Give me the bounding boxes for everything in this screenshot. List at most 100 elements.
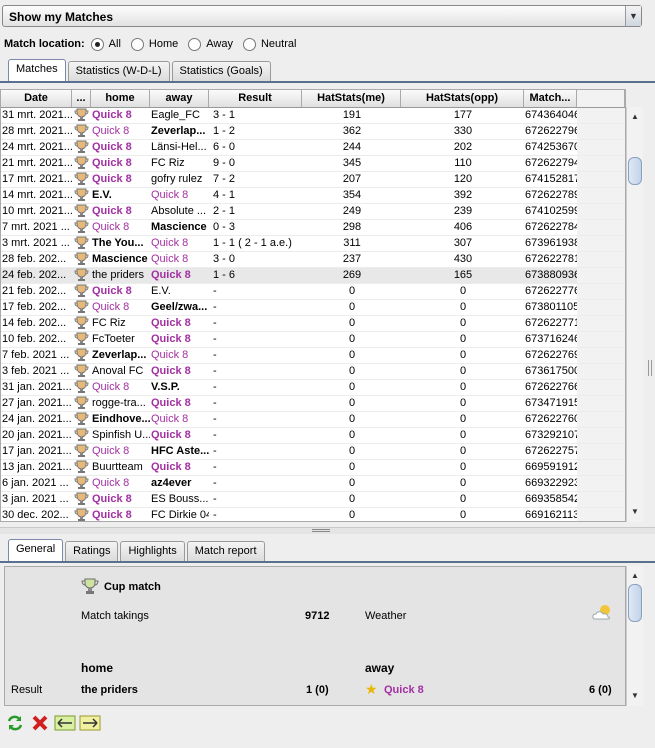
- cell-hatstats-me: 311: [343, 237, 361, 249]
- cell-date: 31 jan. 2021...: [2, 381, 72, 393]
- compare-button[interactable]: [54, 713, 76, 735]
- refresh-button[interactable]: [4, 713, 26, 735]
- cup-icon: [74, 252, 89, 266]
- match-takings-value: 9712: [305, 610, 330, 622]
- table-row[interactable]: 3 mrt. 2021 ... The You... Quick 8 1 - 1 ( …: [1, 236, 625, 252]
- column-header-match-id[interactable]: Match...: [524, 90, 577, 107]
- cell-filler: [577, 140, 625, 155]
- detail-scrollbar[interactable]: ▲ ▼: [626, 566, 643, 706]
- table-row[interactable]: 13 jan. 2021... Buurtteam Quick 8 - 0 0 669591…: [1, 460, 625, 476]
- cell-result: -: [213, 477, 217, 489]
- table-row[interactable]: 20 jan. 2021... Spinfish U... Quick 8 - 0 0 67…: [1, 428, 625, 444]
- scrollbar-thumb[interactable]: [628, 584, 642, 622]
- location-radio-all[interactable]: All: [90, 37, 121, 51]
- column-header-date[interactable]: Date: [1, 90, 72, 107]
- radio-icon[interactable]: [130, 37, 144, 51]
- table-row[interactable]: 24 mrt. 2021... Quick 8 Länsi-Hel... 6 - 0 2…: [1, 140, 625, 156]
- cell-hatstats-me: 298: [342, 221, 362, 233]
- cell-match-id: 673961938: [525, 237, 581, 249]
- table-row[interactable]: 3 feb. 2021 ... Anoval FC Quick 8 - 0 0 673617…: [1, 364, 625, 380]
- cell-hatstats-me: 0: [348, 285, 356, 297]
- tab-divider: [0, 561, 655, 563]
- tab-match-report[interactable]: Match report: [186, 541, 265, 562]
- table-row[interactable]: 21 mrt. 2021... Quick 8 FC Riz 9 - 0 345 110 6…: [1, 156, 625, 172]
- table-row[interactable]: 7 mrt. 2021 ... Quick 8 Mascience 0 - 3 298 4…: [1, 220, 625, 236]
- cell-home-team: Quick 8: [92, 221, 130, 233]
- scroll-up-icon[interactable]: ▲: [627, 109, 643, 125]
- match-filter-select[interactable]: Show my Matches ▼: [2, 5, 642, 27]
- cup-icon: [81, 577, 99, 598]
- tab-statistics-wdl[interactable]: Statistics (W-D-L): [67, 61, 170, 82]
- table-row[interactable]: 31 mrt. 2021... Quick 8 Eagle_FC 3 - 1 191 17…: [1, 108, 625, 124]
- cup-icon: [74, 380, 89, 394]
- column-header-away[interactable]: away: [150, 90, 209, 107]
- column-header-hatstats-me[interactable]: HatStats(me): [302, 90, 401, 107]
- column-header-result[interactable]: Result: [209, 90, 302, 107]
- table-scrollbar[interactable]: ▲ ▼: [626, 107, 643, 522]
- scroll-down-icon[interactable]: ▼: [627, 504, 643, 520]
- cell-home-team: Quick 8: [92, 205, 132, 217]
- tab-statistics-goals[interactable]: Statistics (Goals): [171, 61, 271, 82]
- cell-hatstats-me: 0: [348, 381, 356, 393]
- cell-match-id: 672622794: [525, 157, 581, 169]
- table-row[interactable]: 24 jan. 2021... Eindhove... Quick 8 - 0 0 6726…: [1, 412, 625, 428]
- table-row[interactable]: 28 feb. 202... Mascience Quick 8 3 - 0 237 43…: [1, 252, 625, 268]
- radio-icon[interactable]: [188, 37, 202, 51]
- tab-ratings[interactable]: Ratings: [65, 541, 119, 562]
- location-radio-neutral[interactable]: Neutral: [242, 37, 296, 51]
- scroll-down-icon[interactable]: ▼: [627, 688, 643, 704]
- chevron-down-icon[interactable]: ▼: [625, 6, 641, 26]
- cell-away-team: Quick 8: [151, 429, 191, 441]
- scrollbar-thumb[interactable]: [628, 157, 642, 185]
- table-row[interactable]: 17 mrt. 2021... Quick 8 gofry rulez 7 - 2 20…: [1, 172, 625, 188]
- table-row[interactable]: 3 jan. 2021 ... Quick 8 ES Bouss... - 0 0 6693…: [1, 492, 625, 508]
- table-row[interactable]: 30 dec. 202... Quick 8 FC Dirkie 04- 0 0 6691…: [1, 508, 625, 521]
- tab-general[interactable]: General: [8, 539, 64, 562]
- table-row[interactable]: 21 feb. 202... Quick 8 E.V. - 0 0 672622776: [1, 284, 625, 300]
- cell-hatstats-opp: 430: [453, 253, 473, 265]
- location-radio-home[interactable]: Home: [130, 37, 178, 51]
- radio-icon[interactable]: [242, 37, 256, 51]
- table-row[interactable]: 14 feb. 202... FC Riz Quick 8 - 0 0 672622771: [1, 316, 625, 332]
- cell-result: -: [213, 413, 217, 425]
- table-header: Date ... home away Result HatStats(me) H…: [1, 90, 625, 108]
- table-row[interactable]: 31 jan. 2021... Quick 8 V.S.P. - 0 0 672622766: [1, 380, 625, 396]
- table-row[interactable]: 17 feb. 202... Quick 8 Geel/zwa... - 0 0 67380…: [1, 300, 625, 316]
- scroll-up-icon[interactable]: ▲: [627, 568, 643, 584]
- table-row[interactable]: 10 feb. 202... FcToeter Quick 8 - 0 0 67371624…: [1, 332, 625, 348]
- cell-away-team: Quick 8: [151, 461, 191, 473]
- table-row[interactable]: 28 mrt. 2021... Quick 8 Zeverlap... 1 - 2 36…: [1, 124, 625, 140]
- cell-date: 7 feb. 2021 ...: [2, 349, 70, 361]
- cell-home-team: rogge-tra...: [92, 397, 146, 409]
- split-pane-divider[interactable]: [0, 527, 655, 534]
- cell-away-team: Mascience: [151, 221, 207, 233]
- column-header-hatstats-opp[interactable]: HatStats(opp): [401, 90, 524, 107]
- location-radio-away[interactable]: Away: [188, 37, 233, 51]
- column-header-type[interactable]: ...: [72, 90, 91, 107]
- cell-match-id: 669322923: [525, 477, 581, 489]
- cell-filler: [577, 348, 625, 363]
- tab-highlights[interactable]: Highlights: [120, 541, 185, 562]
- column-header-home[interactable]: home: [91, 90, 150, 107]
- result-label: Result: [11, 684, 43, 696]
- cell-home-team: Quick 8: [92, 509, 132, 521]
- delete-button[interactable]: [29, 713, 51, 735]
- cell-hatstats-me: 269: [342, 269, 362, 281]
- table-row[interactable]: 14 mrt. 2021... E.V. Quick 8 4 - 1 354 392 672…: [1, 188, 625, 204]
- cell-hatstats-me: 0: [348, 301, 356, 313]
- table-row[interactable]: 24 feb. 202... the priders Quick 8 1 - 6 269…: [1, 268, 625, 284]
- table-row[interactable]: 17 jan. 2021... Quick 8 HFC Aste... - 0 0 6726…: [1, 444, 625, 460]
- table-row[interactable]: 10 mrt. 2021... Quick 8 Absolute ... 2 - 1 2…: [1, 204, 625, 220]
- table-row[interactable]: 6 jan. 2021 ... Quick 8 az4ever - 0 0 66932292…: [1, 476, 625, 492]
- cell-result: -: [213, 285, 217, 297]
- tab-matches[interactable]: Matches: [8, 59, 66, 82]
- simulate-button[interactable]: [79, 713, 101, 735]
- cell-away-team: FC Dirkie 04: [151, 509, 209, 521]
- cell-result: -: [213, 429, 217, 441]
- radio-icon[interactable]: [90, 37, 104, 51]
- cell-home-team: Mascience: [92, 253, 148, 265]
- cell-type: [72, 188, 91, 203]
- table-row[interactable]: 27 jan. 2021... rogge-tra... Quick 8 - 0 0 673…: [1, 396, 625, 412]
- resize-handle[interactable]: [648, 360, 652, 376]
- table-row[interactable]: 7 feb. 2021 ... Zeverlap... Quick 8 - 0 0 6726…: [1, 348, 625, 364]
